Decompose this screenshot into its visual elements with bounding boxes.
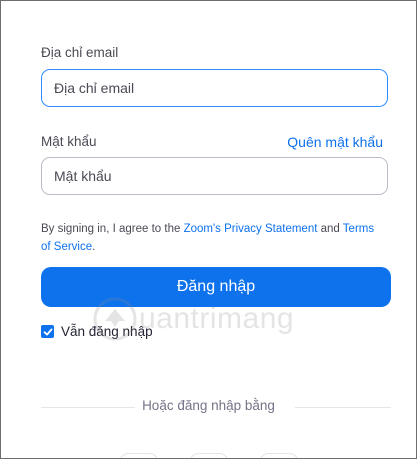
terms-suffix: . [92,241,96,253]
sso-option-button[interactable] [259,453,299,458]
password-label: Mật khẩu [41,134,97,149]
terms-prefix: By signing in, I agree to the [41,223,184,235]
password-field[interactable] [41,157,388,195]
terms-middle: and [317,223,343,235]
checkbox-checked-icon[interactable] [41,325,54,338]
stay-signed-in-checkbox[interactable]: Vẫn đăng nhập [41,324,153,339]
alternate-signin-divider: Hoặc đăng nhập bằng [142,398,275,413]
signin-panel: Địa chỉ email Mật khẩu Quên mật khẩu By … [0,0,417,459]
stay-signed-in-label: Vẫn đăng nhập [61,324,153,339]
divider-line-right [295,407,391,408]
watermark-text: uantrimang [139,302,295,335]
sso-option-button[interactable] [189,453,229,458]
email-field[interactable] [41,69,388,107]
email-label: Địa chỉ email [41,45,119,60]
privacy-statement-link[interactable]: Zoom's Privacy Statement [184,223,318,235]
terms-text: By signing in, I agree to the Zoom's Pri… [41,220,386,256]
signin-button[interactable]: Đăng nhập [41,267,391,307]
sso-option-button[interactable] [119,453,159,458]
forgot-password-link[interactable]: Quên mật khẩu [287,134,383,150]
